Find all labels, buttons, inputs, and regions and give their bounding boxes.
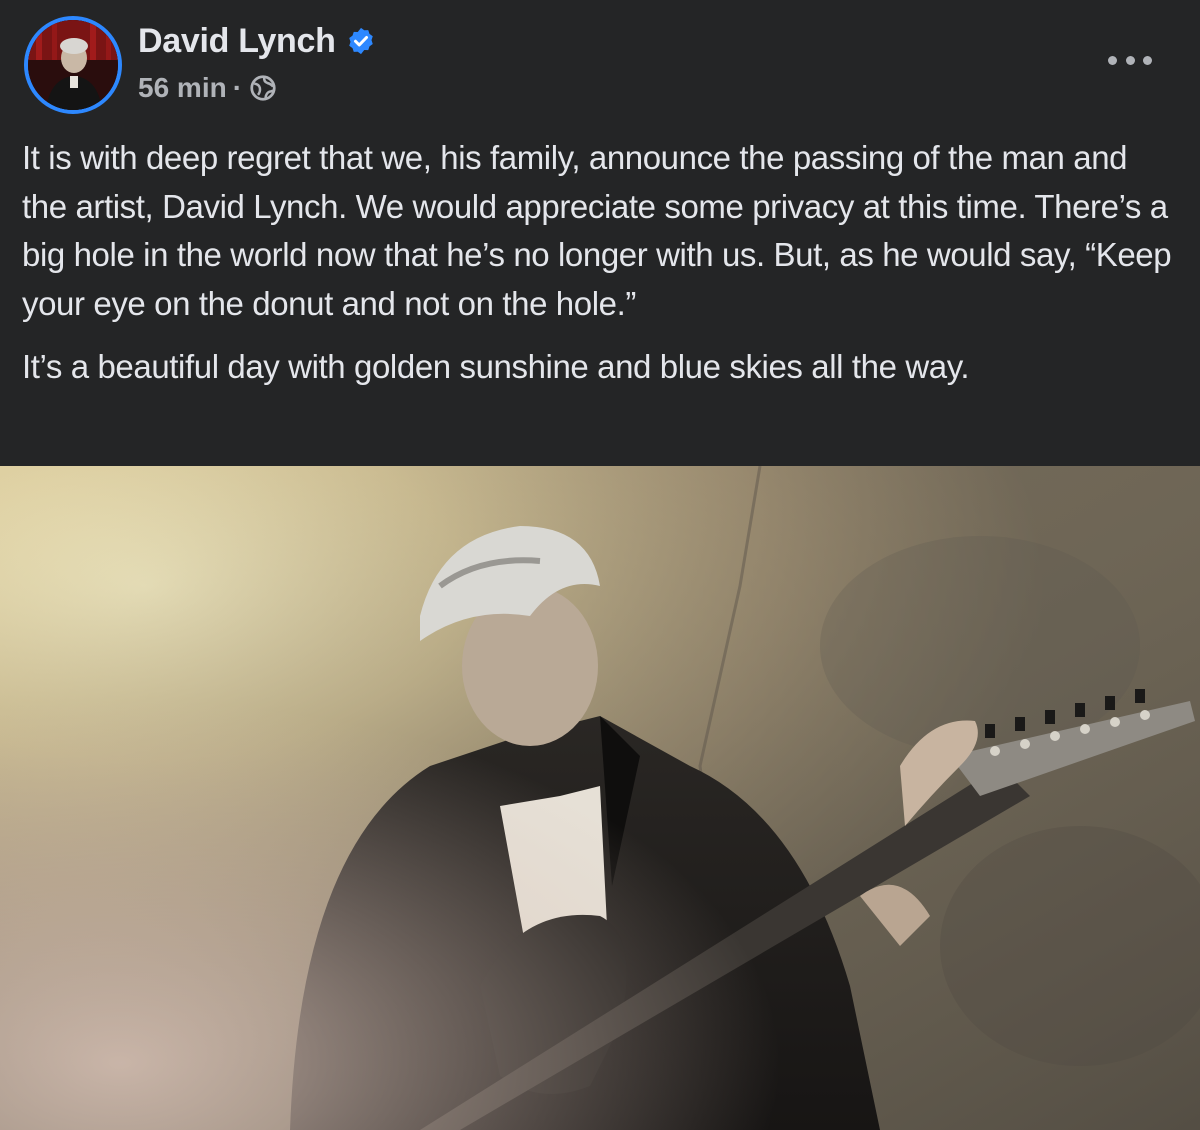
facebook-post: David Lynch 56 min · It is with deep reg… [0,0,1200,1130]
post-timestamp[interactable]: 56 min [138,72,227,104]
post-paragraph: It’s a beautiful day with golden sunshin… [22,348,970,385]
verified-badge-icon [346,26,376,56]
more-dot [1125,55,1135,65]
author-line: David Lynch [138,20,376,62]
meta-separator: · [232,72,243,103]
author-avatar[interactable] [24,16,122,114]
more-dot [1143,55,1152,65]
post-meta: 56 min · [138,68,278,108]
author-name[interactable]: David Lynch [138,22,336,61]
avatar-image [28,20,118,110]
more-dot [1108,55,1117,65]
more-options-icon[interactable] [1108,46,1152,74]
post-header: David Lynch 56 min · [0,0,1200,120]
globe-icon[interactable] [248,73,278,103]
post-photo[interactable] [0,466,1200,1130]
photo-image [0,466,1200,1130]
post-paragraph: It is with deep regret that we, his fami… [22,139,1172,322]
post-text: It is with deep regret that we, his fami… [22,134,1172,392]
